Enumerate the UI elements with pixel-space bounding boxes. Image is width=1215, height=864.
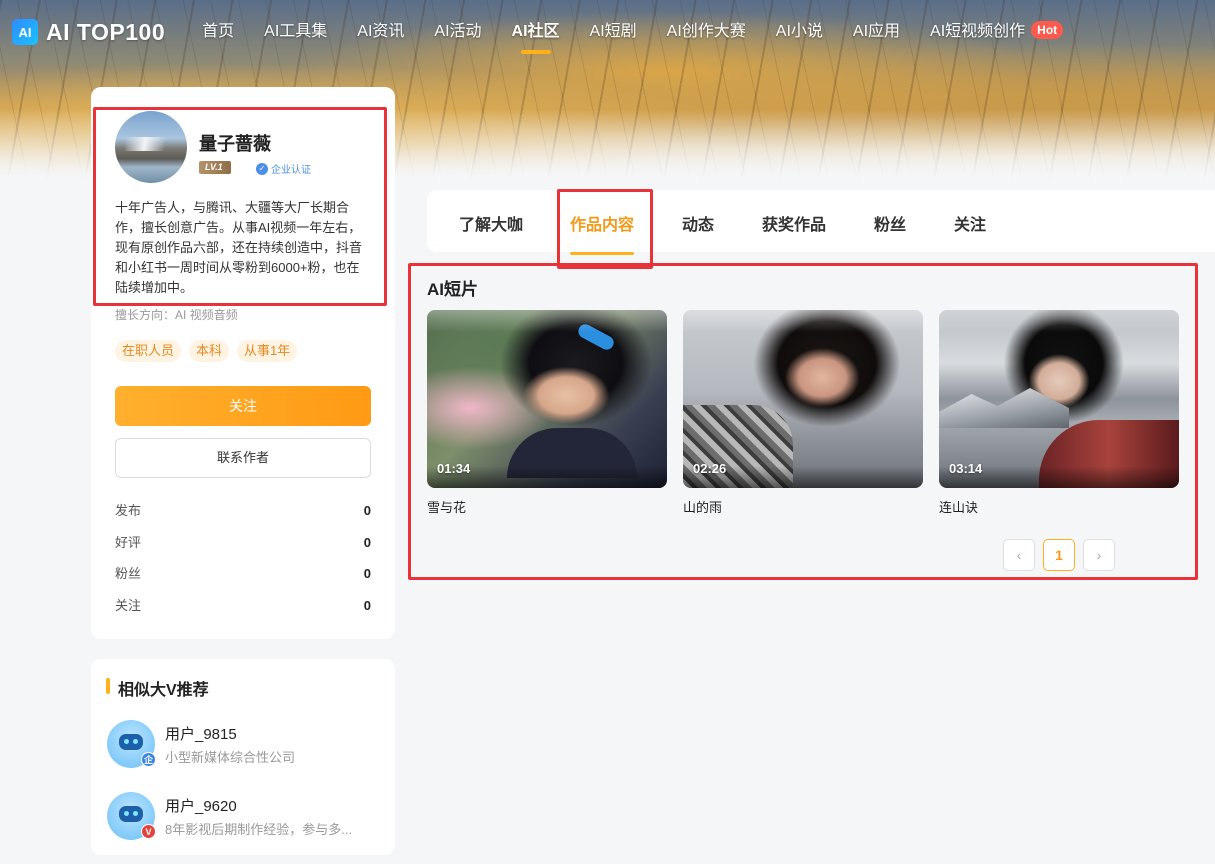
shield-icon: ✓ (256, 162, 268, 175)
video-duration: 02:26 (693, 461, 727, 476)
profile-bio: 十年广告人，与腾讯、大疆等大厂长期合作，擅长创意广告。从事AI视频一年左右，现有… (115, 200, 363, 295)
tab-following[interactable]: 关注 (954, 211, 986, 235)
video-title[interactable]: 山的雨 (683, 497, 923, 516)
pagination-next-button[interactable]: › (1083, 539, 1115, 571)
nav-item-label: AI短视频创作 (930, 23, 1026, 40)
stat-label: 好评 (115, 534, 142, 550)
recommend-desc: 8年影视后期制作经验，参与多... (165, 822, 353, 837)
stat-row-following: 关注 0 (115, 595, 371, 627)
similar-creators-card: 相似大V推荐 企 用户_9815 小型新媒体综合性公司 V 用户_9620 8年… (91, 659, 395, 855)
contact-author-button[interactable]: 联系作者 (115, 438, 371, 478)
similar-creators-title: 相似大V推荐 (106, 676, 209, 700)
thumbnail-top-shade (939, 310, 1179, 332)
video-card[interactable]: 03:14 连山诀 (939, 310, 1179, 516)
video-thumbnail[interactable]: 03:14 (939, 310, 1179, 488)
follow-button[interactable]: 关注 (115, 386, 371, 426)
nav-item-ai-short-drama[interactable]: AI短剧 (575, 8, 652, 56)
stat-value: 0 (363, 597, 371, 613)
avatar-snow-detail (125, 137, 175, 151)
stat-label: 关注 (115, 597, 142, 613)
nav-menu: 首页 AI工具集 AI资讯 AI活动 AI社区 AI短剧 AI创作大赛 AI小说… (187, 8, 1078, 56)
nav-item-ai-short-video[interactable]: AI短视频创作 Hot (915, 8, 1078, 56)
profile-card: 量子蔷薇 LV.1 ✓ 企业认证 十年广告人，与腾讯、大疆等大厂长期合作，擅长创… (91, 87, 395, 639)
verified-v-badge-icon: V (141, 824, 156, 839)
video-duration: 03:14 (949, 461, 983, 476)
video-card[interactable]: 01:34 雪与花 (427, 310, 667, 516)
thumbnail-top-shade (427, 310, 667, 332)
pagination-prev-button[interactable]: ‹ (1003, 539, 1035, 571)
stat-row-fans: 粉丝 0 (115, 563, 371, 595)
stat-row-posts: 发布 0 (115, 500, 371, 532)
tag-employment: 在职人员 (115, 340, 182, 362)
verify-label: 企业认证 (271, 165, 311, 176)
recommend-name: 用户_9815 (165, 726, 237, 743)
video-thumbnail[interactable]: 01:34 (427, 310, 667, 488)
enterprise-badge-icon: 企 (141, 752, 156, 767)
nav-item-ai-news[interactable]: AI资讯 (342, 8, 419, 56)
profile-tabs: 了解大咖 作品内容 动态 获奖作品 粉丝 关注 (427, 190, 1215, 255)
video-thumbnail[interactable]: 02:26 (683, 310, 923, 488)
nav-item-ai-apps[interactable]: AI应用 (838, 8, 915, 56)
level-badge: LV.1 (199, 161, 231, 174)
nav-item-home[interactable]: 首页 (187, 8, 249, 56)
tab-awards[interactable]: 获奖作品 (762, 211, 826, 235)
site-logo[interactable]: AI AI TOP100 (12, 19, 165, 46)
enterprise-verify-badge: ✓ 企业认证 (256, 161, 311, 176)
tab-activity[interactable]: 动态 (682, 211, 714, 235)
profile-stats: 发布 0 好评 0 粉丝 0 关注 0 (115, 500, 371, 626)
robot-face (119, 806, 143, 822)
nav-item-ai-community[interactable]: AI社区 (497, 8, 575, 56)
brand-name: AI TOP100 (46, 18, 166, 45)
video-duration: 01:34 (437, 461, 471, 476)
stat-value: 0 (363, 566, 371, 581)
recommend-desc: 小型新媒体综合性公司 (165, 750, 296, 765)
nav-item-ai-events[interactable]: AI活动 (419, 8, 496, 56)
pagination-page-button[interactable]: 1 (1043, 539, 1075, 571)
nav-item-ai-contest[interactable]: AI创作大赛 (652, 8, 761, 56)
profile-name: 量子蔷薇 (199, 134, 271, 154)
avatar[interactable] (115, 111, 187, 183)
tab-fans[interactable]: 粉丝 (874, 211, 906, 235)
nav-item-ai-tools[interactable]: AI工具集 (249, 8, 342, 56)
section-title: AI短片 (427, 280, 478, 299)
nav-item-ai-novel[interactable]: AI小说 (761, 8, 838, 56)
stat-value: 0 (363, 503, 371, 518)
video-title[interactable]: 连山诀 (939, 497, 1179, 516)
stat-label: 粉丝 (115, 566, 142, 581)
stat-value: 0 (363, 534, 371, 550)
video-title[interactable]: 雪与花 (427, 497, 667, 516)
thumbnail-detail (939, 388, 1069, 428)
recommend-item[interactable]: V 用户_9620 8年影视后期制作经验，参与多... (107, 792, 377, 842)
tab-about[interactable]: 了解大咖 (459, 211, 523, 235)
recommend-name: 用户_9620 (165, 798, 237, 815)
stat-row-reviews: 好评 0 (115, 532, 371, 564)
top-nav: AI AI TOP100 首页 AI工具集 AI资讯 AI活动 AI社区 AI短… (0, 8, 1215, 56)
tab-works[interactable]: 作品内容 (570, 211, 635, 255)
thumbnail-top-shade (683, 310, 923, 332)
robot-face (119, 734, 143, 750)
tag-experience: 从事1年 (237, 340, 298, 362)
video-card[interactable]: 02:26 山的雨 (683, 310, 923, 516)
profile-tags: 在职人员 本科 从事1年 (115, 340, 305, 362)
profile-specialty: 擅长方向：AI 视频音频 (115, 308, 238, 322)
hot-badge: Hot (1031, 20, 1064, 39)
logo-icon: AI (12, 19, 38, 45)
tag-education: 本科 (189, 340, 230, 362)
recommend-item[interactable]: 企 用户_9815 小型新媒体综合性公司 (107, 720, 377, 770)
stat-label: 发布 (115, 503, 142, 518)
